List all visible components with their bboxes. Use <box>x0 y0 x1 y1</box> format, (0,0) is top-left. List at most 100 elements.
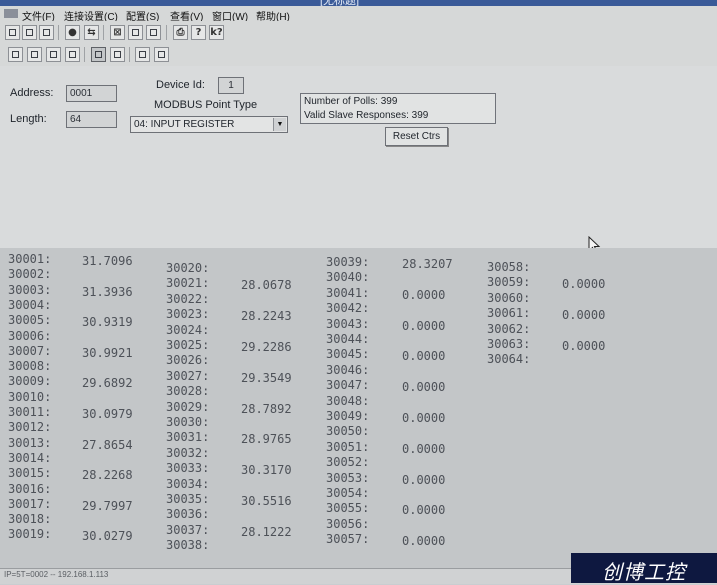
register-address: 30045: <box>326 347 370 362</box>
save-icon[interactable] <box>39 25 54 40</box>
register-address: 30010: <box>8 389 52 404</box>
register-value[interactable]: 30.5516 <box>241 494 292 508</box>
print-icon[interactable]: ⎙ <box>173 25 188 40</box>
poll-stats-box: Number of Polls: 399 Valid Slave Respons… <box>300 93 496 124</box>
register-value[interactable]: 28.3207 <box>402 257 453 271</box>
device-id-field[interactable]: 1 <box>218 77 244 94</box>
register-value[interactable]: 29.3549 <box>241 371 292 385</box>
register-address: 30024: <box>166 322 210 337</box>
register-address: 30025: <box>166 338 210 352</box>
register-value[interactable]: 30.9921 <box>82 346 133 360</box>
app-icon[interactable] <box>4 9 18 18</box>
chevron-down-icon[interactable]: ▼ <box>273 118 286 131</box>
register-address: 30062: <box>487 321 531 336</box>
register-address: 30001: <box>8 252 52 266</box>
register-value[interactable]: 0.0000 <box>402 473 445 487</box>
register-value[interactable]: 0.0000 <box>402 349 445 363</box>
register-value[interactable]: 28.2268 <box>82 468 133 482</box>
register-address: 30028: <box>166 384 210 399</box>
register-address: 30029: <box>166 399 210 414</box>
disconnect-icon[interactable]: ⇆ <box>84 25 99 40</box>
register-table: 30001: 31.7096 30002: 30003: 31.3936 30004: 30… <box>0 248 717 568</box>
register-value[interactable]: 29.2286 <box>241 340 292 354</box>
context-help-icon[interactable]: k? <box>209 25 224 40</box>
toolbar-separator <box>166 25 167 40</box>
register-address: 30018: <box>8 512 52 527</box>
register-address: 30012: <box>8 420 52 435</box>
register-address: 30030: <box>166 415 210 429</box>
reset-counters-button[interactable]: Reset Ctrs <box>385 127 448 146</box>
connect-icon[interactable]: ● <box>65 25 80 40</box>
register-address: 30007: <box>8 343 52 358</box>
display-format-icon[interactable] <box>27 47 42 62</box>
window-tile-icon[interactable] <box>128 25 143 40</box>
register-address: 30046: <box>326 362 370 377</box>
register-value[interactable]: 0.0000 <box>562 277 605 291</box>
register-value[interactable]: 30.9319 <box>82 315 133 329</box>
register-value[interactable]: 0.0000 <box>402 380 445 394</box>
display-format-icon[interactable] <box>154 47 169 62</box>
register-value[interactable]: 29.6892 <box>82 376 133 390</box>
register-value[interactable]: 30.0279 <box>82 529 133 543</box>
open-folder-icon[interactable] <box>22 25 37 40</box>
watermark-logo: 创博工控 <box>571 553 717 584</box>
register-address: 30051: <box>326 439 370 454</box>
display-format-icon[interactable] <box>46 47 61 62</box>
register-value[interactable]: 0.0000 <box>562 339 605 353</box>
read-write-icon[interactable]: ⊠ <box>110 25 125 40</box>
register-value[interactable]: 0.0000 <box>402 442 445 456</box>
register-value[interactable]: 30.0979 <box>82 407 133 421</box>
status-text: IP=5T=0002 -- 192.168.1.113 <box>4 570 109 579</box>
register-value[interactable]: 30.3170 <box>241 463 292 477</box>
display-format-icon[interactable] <box>65 47 80 62</box>
register-value[interactable]: 31.7096 <box>82 254 133 268</box>
register-value[interactable]: 0.0000 <box>402 534 445 548</box>
address-field[interactable]: 0001 <box>66 85 117 102</box>
register-address: 30017: <box>8 496 52 511</box>
register-address: 30043: <box>326 316 370 331</box>
register-address: 30060: <box>487 290 531 305</box>
point-type-select[interactable]: 04: INPUT REGISTER ▼ <box>130 116 288 133</box>
float-format-icon[interactable] <box>91 47 106 62</box>
toolbar-separator <box>58 25 59 40</box>
length-field[interactable]: 64 <box>66 111 117 128</box>
register-value[interactable]: 0.0000 <box>402 411 445 425</box>
register-value[interactable]: 27.8654 <box>82 438 133 452</box>
register-address: 30050: <box>326 424 370 439</box>
display-format-icon[interactable] <box>110 47 125 62</box>
register-value[interactable]: 28.7892 <box>241 402 292 416</box>
window-cascade-icon[interactable] <box>146 25 161 40</box>
register-value[interactable]: 31.3936 <box>82 285 133 299</box>
register-address: 30026: <box>166 353 210 368</box>
register-address: 30058: <box>487 260 531 274</box>
register-value[interactable]: 28.1222 <box>241 525 292 539</box>
register-address: 30055: <box>326 501 370 516</box>
register-address: 30008: <box>8 359 52 374</box>
register-value[interactable]: 0.0000 <box>402 319 445 333</box>
register-address: 30013: <box>8 435 52 450</box>
register-address: 30035: <box>166 492 210 506</box>
display-format-icon[interactable] <box>135 47 150 62</box>
about-icon[interactable]: ? <box>191 25 206 40</box>
display-format-icon[interactable] <box>8 47 23 62</box>
register-value[interactable]: 29.7997 <box>82 499 133 513</box>
register-address: 30023: <box>166 307 210 322</box>
register-address: 30052: <box>326 455 370 470</box>
new-file-icon[interactable] <box>5 25 20 40</box>
register-address: 30042: <box>326 301 370 316</box>
polls-count: Number of Polls: 399 <box>304 96 398 107</box>
register-value[interactable]: 28.2243 <box>241 309 292 323</box>
register-address: 30019: <box>8 527 52 542</box>
register-value[interactable]: 0.0000 <box>402 288 445 302</box>
register-value[interactable]: 28.0678 <box>241 278 292 292</box>
register-address: 30021: <box>166 276 210 291</box>
register-value[interactable]: 0.0000 <box>562 308 605 322</box>
valid-responses-count: Valid Slave Responses: 399 <box>304 110 429 121</box>
register-address: 30056: <box>326 516 370 531</box>
register-value[interactable]: 0.0000 <box>402 503 445 517</box>
register-address: 30037: <box>166 522 210 537</box>
register-address: 30064: <box>487 352 531 367</box>
register-address: 30006: <box>8 328 52 343</box>
register-value[interactable]: 28.9765 <box>241 432 292 446</box>
register-address: 30047: <box>326 378 370 393</box>
